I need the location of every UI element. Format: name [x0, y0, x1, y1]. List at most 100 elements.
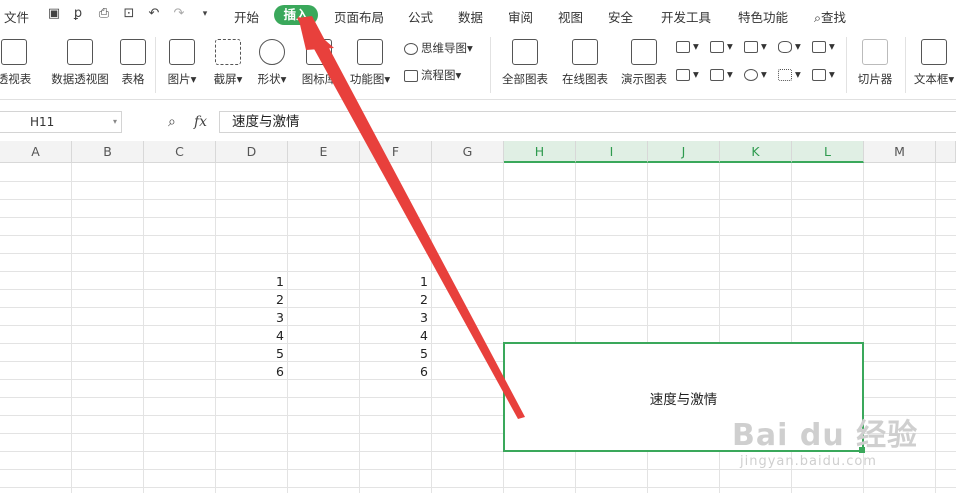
menu-bar: 文件 ▣ ꝑ ⎙ ⊡ ↶ ↷ ▾ 开始 插入 页面布局 公式 数据 审阅 视图 …	[0, 0, 956, 32]
radar-chart-icon[interactable]: ▾	[778, 39, 801, 53]
flowchart-button[interactable]: 流程图▾	[404, 67, 461, 83]
zoom-lookup-icon[interactable]: ⌕	[168, 114, 176, 130]
slicer-label: 切片器	[857, 72, 893, 86]
ribbon-divider	[905, 37, 906, 93]
tab-security[interactable]: 安全	[608, 7, 633, 26]
column-header-e[interactable]: E	[288, 141, 360, 163]
area-chart-icon[interactable]: ▾	[812, 39, 835, 53]
scatter-chart-icon[interactable]: ▾	[778, 67, 801, 81]
textbox-button[interactable]: 文本框▾	[912, 39, 956, 87]
redo-icon[interactable]: ↷	[171, 6, 187, 22]
cell-d[interactable]: 3	[214, 310, 284, 325]
column-header-i[interactable]: I	[576, 141, 648, 163]
save-icon[interactable]: ▣	[46, 6, 62, 22]
undo-icon[interactable]: ↶	[146, 6, 162, 22]
stock-chart-icon[interactable]: ▾	[676, 67, 699, 81]
picture-button[interactable]: 图片▾	[164, 39, 200, 87]
mindmap-button[interactable]: 思维导图▾	[404, 40, 473, 56]
all-charts-button[interactable]: 全部图表	[498, 39, 552, 87]
cell-d[interactable]: 5	[214, 346, 284, 361]
search-button[interactable]: ⌕查找	[814, 7, 846, 26]
pivot-table-label: 透视表	[0, 72, 32, 86]
line-chart-icon[interactable]: ▾	[744, 39, 767, 53]
column-header-c[interactable]: C	[144, 141, 216, 163]
customize-dropdown-icon[interactable]: ▾	[197, 6, 213, 22]
cell-d[interactable]: 2	[214, 292, 284, 307]
demo-charts-button[interactable]: 演示图表	[617, 39, 671, 87]
watermark-url: jingyan.baidu.com	[740, 454, 877, 469]
grid-line	[935, 163, 936, 493]
column-header-m[interactable]: M	[864, 141, 936, 163]
grid-line	[431, 163, 432, 493]
function-chart-label: 功能图▾	[349, 72, 391, 86]
cell-f[interactable]: 4	[358, 328, 428, 343]
ribbon-divider	[155, 37, 156, 93]
column-header-b[interactable]: B	[72, 141, 144, 163]
online-charts-button[interactable]: 在线图表	[558, 39, 612, 87]
shapes-button[interactable]: 形状▾	[254, 39, 290, 87]
cell-f[interactable]: 5	[358, 346, 428, 361]
shapes-icon	[259, 39, 285, 65]
cell-f[interactable]: 1	[358, 274, 428, 289]
icon-library-label: 图标库	[301, 72, 337, 86]
tab-start[interactable]: 开始	[234, 7, 259, 26]
textbox-icon	[921, 39, 947, 65]
tab-formulas[interactable]: 公式	[408, 7, 433, 26]
column-chart-icon[interactable]: ▾	[676, 39, 699, 53]
format-painter-icon[interactable]: ꝑ	[70, 6, 86, 22]
grid-line	[287, 163, 288, 493]
tab-view[interactable]: 视图	[558, 7, 583, 26]
tab-features[interactable]: 特色功能	[738, 7, 788, 26]
picture-label: 图片▾	[167, 72, 197, 86]
tab-developer[interactable]: 开发工具	[661, 7, 711, 26]
column-header-a[interactable]: A	[0, 141, 72, 163]
name-box[interactable]: H11 ▾	[0, 111, 122, 133]
fx-icon[interactable]: fx	[194, 114, 207, 130]
column-header-d[interactable]: D	[216, 141, 288, 163]
shapes-label: 形状▾	[257, 72, 287, 86]
pivot-table-button[interactable]: 透视表	[0, 39, 40, 87]
chevron-down-icon[interactable]: ▾	[113, 112, 117, 132]
tab-review[interactable]: 审阅	[508, 7, 533, 26]
tab-insert[interactable]: 插入	[274, 5, 318, 25]
online-charts-icon	[572, 39, 598, 65]
table-button[interactable]: 表格	[118, 39, 148, 87]
icon-library-button[interactable]: 图标库	[300, 39, 338, 87]
pivot-chart-label: 数据透视图	[51, 72, 109, 86]
column-header-l[interactable]: L	[792, 141, 864, 163]
tab-page-layout[interactable]: 页面布局	[334, 7, 384, 26]
grid-line	[0, 487, 956, 488]
demo-charts-label: 演示图表	[621, 72, 667, 86]
table-label: 表格	[121, 72, 145, 86]
pie-chart-icon[interactable]: ▾	[744, 67, 767, 81]
print-icon[interactable]: ⎙	[96, 6, 112, 22]
column-header-n[interactable]	[936, 141, 956, 163]
slicer-icon	[862, 39, 888, 65]
column-header-f[interactable]: F	[360, 141, 432, 163]
cell-d[interactable]: 4	[214, 328, 284, 343]
tab-data[interactable]: 数据	[458, 7, 483, 26]
combo-chart-icon[interactable]: ▾	[710, 67, 733, 81]
bar-chart-icon[interactable]: ▾	[710, 39, 733, 53]
column-header-g[interactable]: G	[432, 141, 504, 163]
column-header-h[interactable]: H	[504, 141, 576, 163]
column-header-k[interactable]: K	[720, 141, 792, 163]
cell-d[interactable]: 1	[214, 274, 284, 289]
formula-input[interactable]: 速度与激情	[219, 111, 956, 133]
slicer-button[interactable]: 切片器	[852, 39, 898, 87]
function-chart-button[interactable]: 功能图▾	[346, 39, 394, 87]
column-header-j[interactable]: J	[648, 141, 720, 163]
menu-file[interactable]: 文件	[4, 7, 29, 26]
cell-d[interactable]: 6	[214, 364, 284, 379]
other-chart-icon[interactable]: ▾	[812, 67, 835, 81]
all-charts-label: 全部图表	[502, 72, 548, 86]
print-preview-icon[interactable]: ⊡	[121, 6, 137, 22]
ribbon-insert: 透视表 数据透视图 表格 图片▾ 截屏▾ 形状▾ 图标库 功能图▾ 思维导图▾ …	[0, 31, 956, 100]
pivot-chart-button[interactable]: 数据透视图	[50, 39, 110, 87]
online-charts-label: 在线图表	[562, 72, 608, 86]
grid-line	[0, 217, 956, 218]
screenshot-button[interactable]: 截屏▾	[210, 39, 246, 87]
cell-f[interactable]: 3	[358, 310, 428, 325]
cell-f[interactable]: 2	[358, 292, 428, 307]
cell-f[interactable]: 6	[358, 364, 428, 379]
